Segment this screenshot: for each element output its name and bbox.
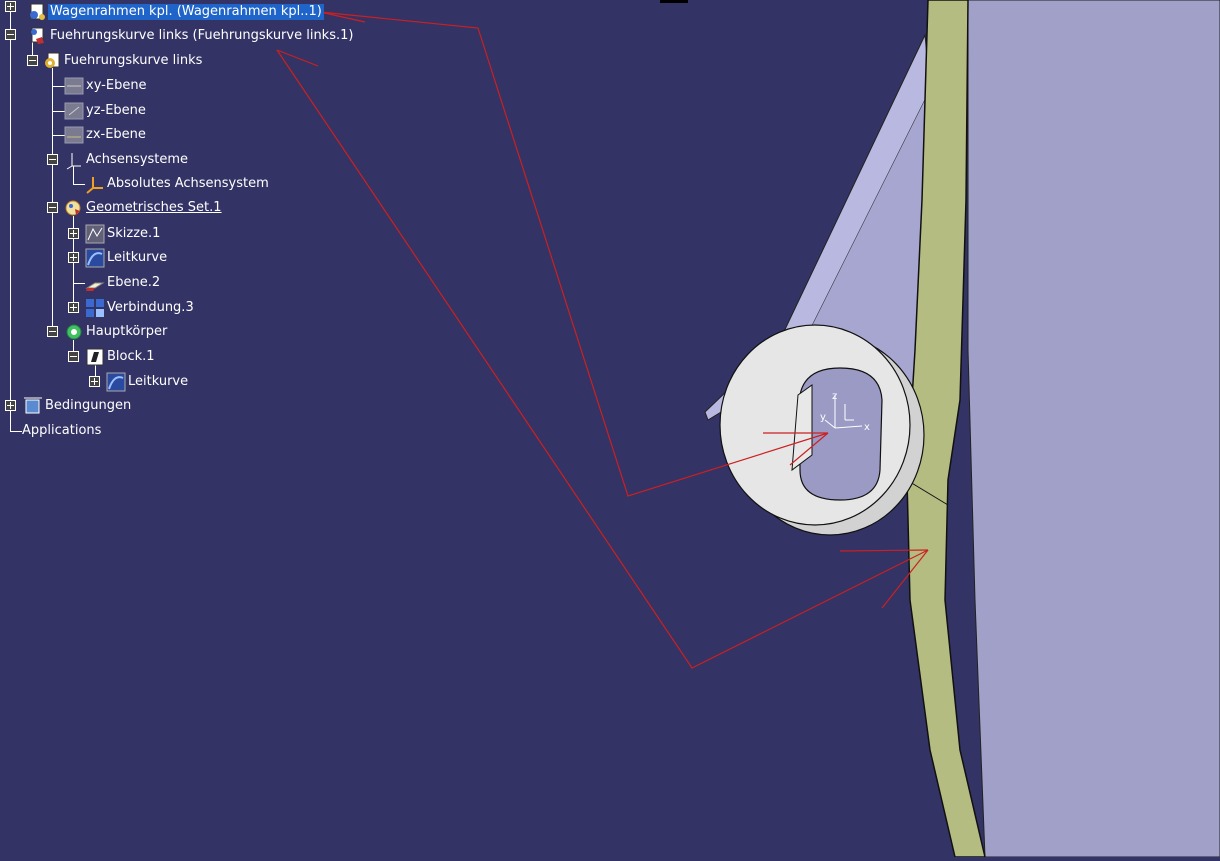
tree-label: Applications [22, 423, 102, 438]
tree-label: Wagenrahmen kpl. (Wagenrahmen kpl..1) [48, 4, 324, 20]
tree-label: Block.1 [107, 349, 155, 364]
tree-label: Verbindung.3 [107, 300, 194, 315]
tree-node-applications[interactable]: Applications [20, 420, 103, 442]
tree-label: Achsensysteme [86, 152, 189, 167]
part-icon [28, 26, 48, 46]
body-gear-icon [64, 322, 84, 342]
tree-line [52, 68, 53, 331]
tree-node-block[interactable]: Block.1 [85, 346, 157, 368]
tree-node-plane-xy[interactable]: xy-Ebene [64, 75, 149, 97]
plane-icon [64, 76, 84, 96]
compass-z-label: z [832, 391, 837, 402]
expand-icon[interactable] [68, 252, 79, 263]
tree-label: Fuehrungskurve links [64, 53, 203, 68]
tree-node-block-guide-curve[interactable]: Leitkurve [106, 371, 190, 393]
tree-line [73, 184, 85, 185]
plane-icon [64, 125, 84, 145]
expand-icon[interactable] [68, 228, 79, 239]
tree-label: Hauptkörper [86, 324, 168, 339]
tree-line [10, 6, 11, 431]
tree-node-root-product[interactable]: Wagenrahmen kpl. (Wagenrahmen kpl..1) [28, 1, 324, 23]
pad-icon [85, 347, 105, 367]
tree-label: yz-Ebene [86, 103, 146, 118]
expand-icon[interactable] [89, 376, 100, 387]
collapse-icon[interactable] [68, 351, 79, 362]
tree-node-plane2[interactable]: Ebene.2 [85, 272, 162, 294]
tree-label: Fuehrungskurve links (Fuehrungskurve lin… [50, 28, 354, 43]
tree-node-absolute-axis[interactable]: Absolutes Achsensystem [85, 173, 271, 195]
tree-label: Skizze.1 [107, 226, 161, 241]
curve-icon [85, 248, 105, 268]
main-plate [967, 0, 1220, 858]
collapse-icon[interactable] [47, 326, 58, 337]
tree-label: Leitkurve [128, 374, 189, 389]
collapse-icon[interactable] [47, 202, 58, 213]
tree-label: Ebene.2 [107, 275, 161, 290]
specification-tree[interactable]: Wagenrahmen kpl. (Wagenrahmen kpl..1) Fu… [0, 0, 420, 450]
tree-node-part-body[interactable]: Fuehrungskurve links [42, 50, 204, 72]
tree-label: Leitkurve [107, 250, 168, 265]
sketch-icon [85, 224, 105, 244]
compass-y-label: y [820, 412, 826, 423]
expand-icon[interactable] [5, 1, 16, 12]
collapse-icon[interactable] [47, 154, 58, 165]
expand-icon[interactable] [68, 302, 79, 313]
axis-system-icon [64, 150, 84, 170]
tree-node-part[interactable]: Fuehrungskurve links (Fuehrungskurve lin… [28, 25, 355, 47]
top-edge-mark [660, 0, 688, 3]
tree-node-geometric-set[interactable]: Geometrisches Set.1 [64, 197, 224, 219]
compass-x-label: x [864, 422, 870, 433]
collapse-icon[interactable] [27, 55, 38, 66]
plane-icon [85, 273, 105, 293]
tree-label: Absolutes Achsensystem [107, 176, 269, 191]
tree-label: zx-Ebene [86, 127, 146, 142]
part-body-icon [42, 51, 62, 71]
join-icon [85, 298, 105, 318]
product-icon [28, 2, 48, 22]
tree-node-axis-systems[interactable]: Achsensysteme [64, 149, 190, 171]
tree-line [73, 283, 85, 284]
tree-node-sketch[interactable]: Skizze.1 [85, 223, 162, 245]
tree-node-join[interactable]: Verbindung.3 [85, 297, 196, 319]
tree-label: Geometrisches Set.1 [86, 200, 222, 215]
tree-label: Bedingungen [45, 398, 132, 413]
expand-icon[interactable] [5, 400, 16, 411]
tree-node-constraints[interactable]: Bedingungen [23, 395, 133, 417]
axis-system-icon [85, 174, 105, 194]
tree-node-plane-yz[interactable]: yz-Ebene [64, 100, 148, 122]
plane-icon [64, 101, 84, 121]
tree-node-main-body[interactable]: Hauptkörper [64, 321, 169, 343]
tree-node-plane-zx[interactable]: zx-Ebene [64, 124, 148, 146]
tree-node-guide-curve[interactable]: Leitkurve [85, 247, 169, 269]
collapse-icon[interactable] [5, 29, 16, 40]
geometric-set-icon [64, 198, 84, 218]
tree-label: xy-Ebene [86, 78, 147, 93]
constraints-icon [23, 396, 43, 416]
curve-icon [106, 372, 126, 392]
